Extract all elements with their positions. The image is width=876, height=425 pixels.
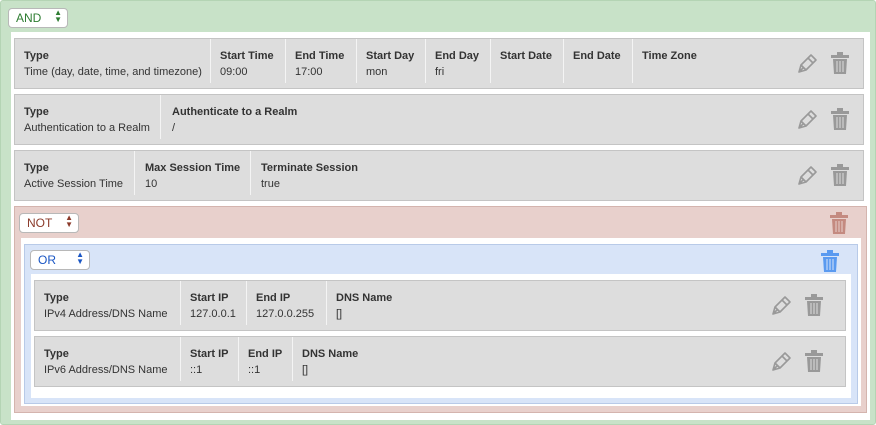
col-value: 17:00 bbox=[295, 66, 323, 78]
col-header: Start Day bbox=[366, 50, 415, 62]
col-value: ::1 bbox=[248, 364, 261, 376]
col-header: Type bbox=[24, 162, 49, 174]
or-group-body: Type IPv4 Address/DNS Name Start IP 127.… bbox=[31, 274, 851, 398]
col-value: IPv4 Address/DNS Name bbox=[44, 308, 168, 320]
col-value: Time (day, date, time, and timezone) bbox=[24, 66, 202, 78]
col-type: Type Time (day, date, time, and timezone… bbox=[15, 39, 211, 83]
col-end-day: End Day fri bbox=[426, 39, 491, 83]
trash-icon[interactable] bbox=[831, 52, 849, 74]
col-value: 10 bbox=[145, 178, 158, 190]
col-value: Active Session Time bbox=[24, 178, 124, 190]
select-arrows-icon: ▲ ▼ bbox=[76, 250, 84, 266]
col-value: ::1 bbox=[190, 364, 203, 376]
col-end-date: End Date bbox=[564, 39, 633, 83]
or-operator-select[interactable]: OR ▲ ▼ bbox=[30, 250, 90, 270]
col-type: Type IPv6 Address/DNS Name bbox=[35, 337, 181, 381]
trash-icon[interactable] bbox=[821, 250, 839, 272]
and-group: AND ▲ ▼ Type Time (day, date, time, and t… bbox=[0, 0, 876, 425]
col-value: [] bbox=[302, 364, 309, 376]
col-header: End Time bbox=[295, 50, 345, 62]
col-header: Type bbox=[24, 50, 49, 62]
col-end-time: End Time 17:00 bbox=[286, 39, 357, 83]
col-max-session-time: Max Session Time 10 bbox=[135, 151, 251, 195]
col-header: Type bbox=[44, 292, 69, 304]
not-operator-select[interactable]: NOT ▲ ▼ bbox=[19, 213, 79, 233]
col-header: End Date bbox=[573, 50, 621, 62]
col-time-zone: Time Zone bbox=[633, 39, 713, 83]
col-dns-name: DNS Name [] bbox=[293, 337, 373, 381]
not-group: NOT ▲ ▼ OR ▲ ▼ Type IPv4 Address/DNS Nam… bbox=[14, 206, 867, 413]
col-type: Type IPv4 Address/DNS Name bbox=[35, 281, 181, 325]
condition-row-ipv6[interactable]: Type IPv6 Address/DNS Name Start IP ::1 … bbox=[34, 336, 846, 387]
col-type: Type Authentication to a Realm bbox=[15, 95, 161, 139]
col-start-ip: Start IP ::1 bbox=[181, 337, 239, 381]
select-arrows-icon: ▲ ▼ bbox=[54, 8, 62, 24]
condition-row-realm[interactable]: Type Authentication to a Realm Authentic… bbox=[14, 94, 864, 145]
pencil-icon[interactable] bbox=[796, 165, 818, 187]
trash-icon[interactable] bbox=[831, 164, 849, 186]
col-terminate-session: Terminate Session true bbox=[251, 151, 381, 195]
col-start-day: Start Day mon bbox=[357, 39, 426, 83]
not-operator-label: NOT bbox=[27, 216, 53, 230]
col-type: Type Active Session Time bbox=[15, 151, 135, 195]
col-value: 09:00 bbox=[220, 66, 248, 78]
col-header: Authenticate to a Realm bbox=[172, 106, 298, 118]
col-start-ip: Start IP 127.0.0.1 bbox=[181, 281, 247, 325]
col-header: End Day bbox=[435, 50, 480, 62]
trash-icon[interactable] bbox=[830, 212, 848, 234]
col-value: [] bbox=[336, 308, 343, 320]
col-header: Type bbox=[24, 106, 49, 118]
col-value: Authentication to a Realm bbox=[24, 122, 150, 134]
pencil-icon[interactable] bbox=[770, 351, 792, 373]
trash-icon[interactable] bbox=[831, 108, 849, 130]
col-header: Start Time bbox=[220, 50, 274, 62]
col-dns-name: DNS Name [] bbox=[327, 281, 407, 325]
col-authenticate-realm: Authenticate to a Realm / bbox=[161, 95, 331, 139]
pencil-icon[interactable] bbox=[796, 53, 818, 75]
col-value: fri bbox=[435, 66, 445, 78]
col-start-time: Start Time 09:00 bbox=[211, 39, 286, 83]
col-header: Type bbox=[44, 348, 69, 360]
not-group-body: OR ▲ ▼ Type IPv4 Address/DNS Name Start … bbox=[21, 238, 861, 406]
col-header: End IP bbox=[256, 292, 291, 304]
condition-row-session[interactable]: Type Active Session Time Max Session Tim… bbox=[14, 150, 864, 201]
col-header: DNS Name bbox=[336, 292, 393, 304]
col-end-ip: End IP 127.0.0.255 bbox=[247, 281, 327, 325]
pencil-icon[interactable] bbox=[770, 295, 792, 317]
condition-row-ipv4[interactable]: Type IPv4 Address/DNS Name Start IP 127.… bbox=[34, 280, 846, 331]
trash-icon[interactable] bbox=[805, 294, 823, 316]
pencil-icon[interactable] bbox=[796, 109, 818, 131]
and-group-body: Type Time (day, date, time, and timezone… bbox=[11, 32, 870, 420]
trash-icon[interactable] bbox=[805, 350, 823, 372]
or-operator-label: OR bbox=[38, 253, 56, 267]
col-header: DNS Name bbox=[302, 348, 359, 360]
col-header: Terminate Session bbox=[261, 162, 358, 174]
condition-row-time[interactable]: Type Time (day, date, time, and timezone… bbox=[14, 38, 864, 89]
col-value: IPv6 Address/DNS Name bbox=[44, 364, 168, 376]
col-value: 127.0.0.1 bbox=[190, 308, 236, 320]
and-operator-select[interactable]: AND ▲ ▼ bbox=[8, 8, 68, 28]
col-value: mon bbox=[366, 66, 388, 78]
and-operator-label: AND bbox=[16, 11, 42, 25]
col-header: Start Date bbox=[500, 50, 552, 62]
or-group: OR ▲ ▼ Type IPv4 Address/DNS Name Start … bbox=[24, 244, 858, 404]
col-value: true bbox=[261, 178, 280, 190]
col-value: 127.0.0.255 bbox=[256, 308, 315, 320]
col-header: Max Session Time bbox=[145, 162, 241, 174]
col-value: / bbox=[172, 122, 176, 134]
col-header: Start IP bbox=[190, 348, 229, 360]
col-end-ip: End IP ::1 bbox=[239, 337, 293, 381]
col-start-date: Start Date bbox=[491, 39, 564, 83]
select-arrows-icon: ▲ ▼ bbox=[65, 213, 73, 229]
col-header: End IP bbox=[248, 348, 283, 360]
col-header: Start IP bbox=[190, 292, 229, 304]
col-header: Time Zone bbox=[642, 50, 697, 62]
